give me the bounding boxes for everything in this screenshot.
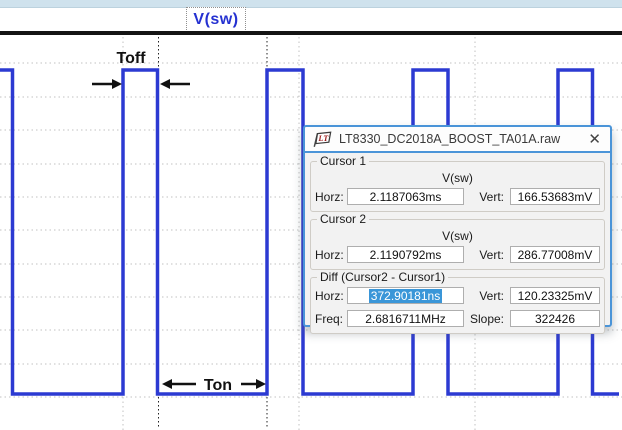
cursor-dialog: LT LT8330_DC2018A_BOOST_TA01A.raw ✕ Curs… bbox=[303, 125, 612, 327]
cursor2-horz-field[interactable]: 2.1190792ms bbox=[347, 246, 464, 263]
dialog-title: LT8330_DC2018A_BOOST_TA01A.raw bbox=[339, 132, 579, 146]
diff-slope-field[interactable]: 322426 bbox=[510, 310, 600, 327]
cursor2-vert-field[interactable]: 286.77008mV bbox=[510, 246, 600, 263]
diff-vert-field[interactable]: 120.23325mV bbox=[510, 287, 600, 304]
cursor2-group-label: Cursor 2 bbox=[317, 212, 369, 226]
diff-freq-label: Freq: bbox=[315, 312, 347, 326]
cursor2-group: Cursor 2 V(sw) Horz: 2.1190792ms Vert: 2… bbox=[310, 219, 605, 270]
ton-label: Ton bbox=[204, 377, 232, 394]
cursor1-group-label: Cursor 1 bbox=[317, 154, 369, 168]
diff-vert-label: Vert: bbox=[464, 289, 510, 303]
diff-group-label: Diff (Cursor2 - Cursor1) bbox=[317, 270, 448, 284]
diff-group: Diff (Cursor2 - Cursor1) Horz: 372.90181… bbox=[310, 277, 605, 334]
cursor1-group: Cursor 1 V(sw) Horz: 2.1187063ms Vert: 1… bbox=[310, 161, 605, 212]
cursor1-horz-label: Horz: bbox=[315, 190, 347, 204]
toff-arrow-left-head bbox=[112, 79, 122, 89]
close-icon[interactable]: ✕ bbox=[586, 132, 603, 147]
svg-text:LT: LT bbox=[317, 133, 329, 142]
dialog-titlebar[interactable]: LT LT8330_DC2018A_BOOST_TA01A.raw ✕ bbox=[305, 127, 610, 153]
cursor1-vert-field[interactable]: 166.53683mV bbox=[510, 188, 600, 205]
dialog-body: Cursor 1 V(sw) Horz: 2.1187063ms Vert: 1… bbox=[305, 153, 610, 335]
cursor1-horz-field[interactable]: 2.1187063ms bbox=[347, 188, 464, 205]
diff-horz-label: Horz: bbox=[315, 289, 347, 303]
diff-slope-label: Slope: bbox=[464, 312, 510, 326]
cursor2-horz-label: Horz: bbox=[315, 248, 347, 262]
diff-horz-selected-value[interactable]: 372.90181ns bbox=[369, 289, 442, 303]
ltspice-logo-icon: LT bbox=[312, 131, 332, 148]
ltspice-waveform-window: V(sw) Toff Ton LT bbox=[0, 0, 622, 430]
cursor2-vert-label: Vert: bbox=[464, 248, 510, 262]
diff-horz-field[interactable]: 372.90181ns bbox=[347, 287, 464, 304]
cursor1-vert-label: Vert: bbox=[464, 190, 510, 204]
cursor1-trace-name: V(sw) bbox=[311, 171, 604, 184]
toff-label: Toff bbox=[116, 50, 146, 67]
toff-arrow-right-head bbox=[160, 79, 170, 89]
ton-annotation: Ton bbox=[162, 377, 266, 394]
diff-freq-field[interactable]: 2.6816711MHz bbox=[347, 310, 464, 327]
cursor2-trace-name: V(sw) bbox=[311, 229, 604, 242]
ton-arrow-right-head bbox=[256, 379, 266, 389]
